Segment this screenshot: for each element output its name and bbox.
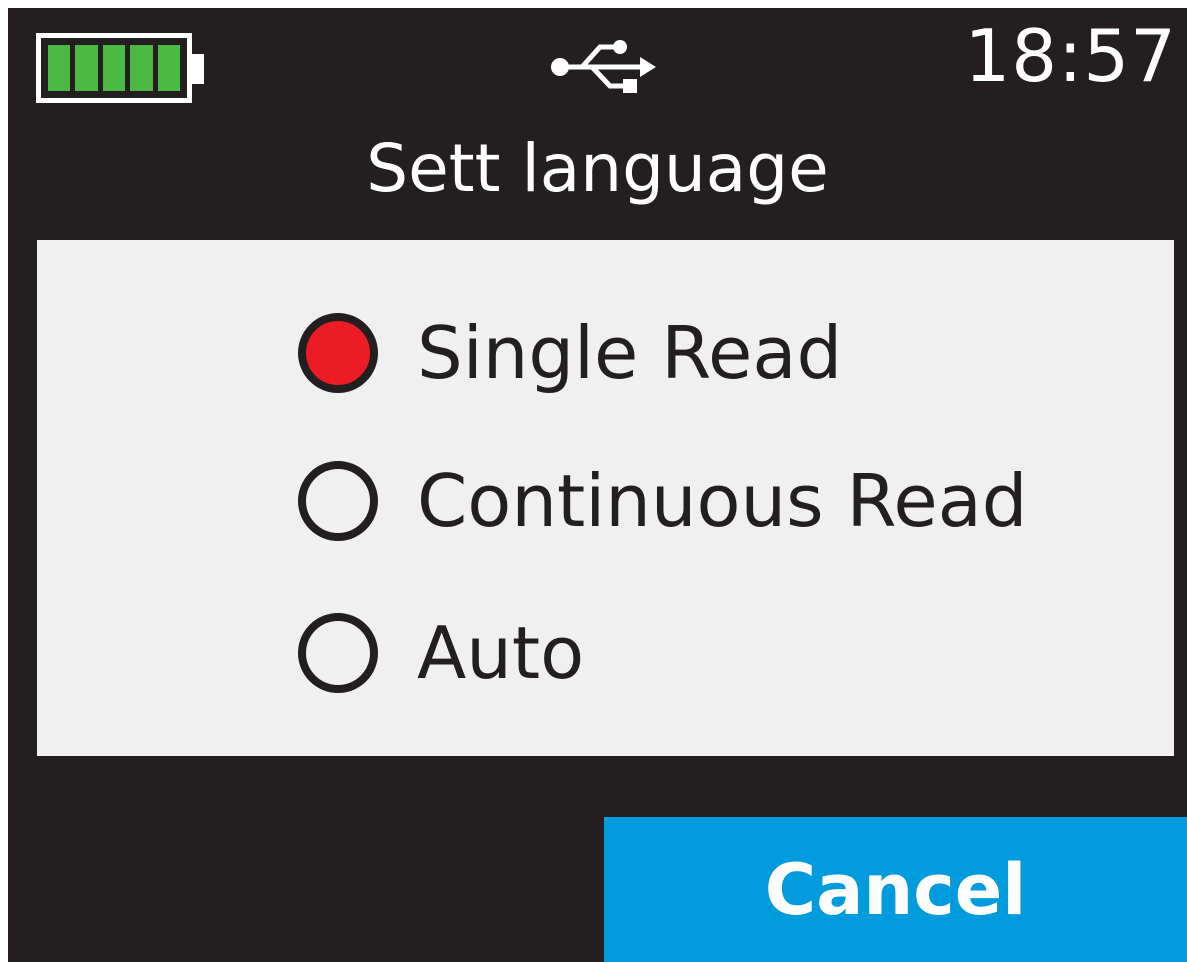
page-title: Sett language: [366, 130, 829, 207]
battery-cell: [48, 45, 71, 91]
cancel-button[interactable]: Cancel: [604, 817, 1187, 962]
battery-icon: [36, 33, 192, 103]
usb-icon: [551, 40, 656, 93]
option-label: Continuous Read: [417, 459, 1028, 543]
option-auto[interactable]: Auto: [298, 606, 584, 700]
clock: 18:57: [964, 14, 1177, 98]
option-single-read[interactable]: Single Read: [298, 306, 842, 400]
radio-unchecked-icon[interactable]: [298, 461, 378, 541]
option-label: Single Read: [417, 311, 843, 395]
radio-checked-icon[interactable]: [298, 313, 378, 393]
option-continuous-read[interactable]: Continuous Read: [298, 454, 1027, 548]
device-screen: 18:57 Sett language Single Read Continuo…: [8, 8, 1187, 962]
options-panel: Single Read Continuous Read Auto: [37, 240, 1174, 756]
battery-tip: [192, 54, 204, 84]
battery-cell: [130, 45, 153, 91]
option-label: Auto: [417, 611, 585, 695]
battery-cell: [157, 45, 181, 91]
radio-unchecked-icon[interactable]: [298, 613, 378, 693]
battery-cell: [102, 45, 126, 91]
battery-cell: [75, 45, 98, 91]
